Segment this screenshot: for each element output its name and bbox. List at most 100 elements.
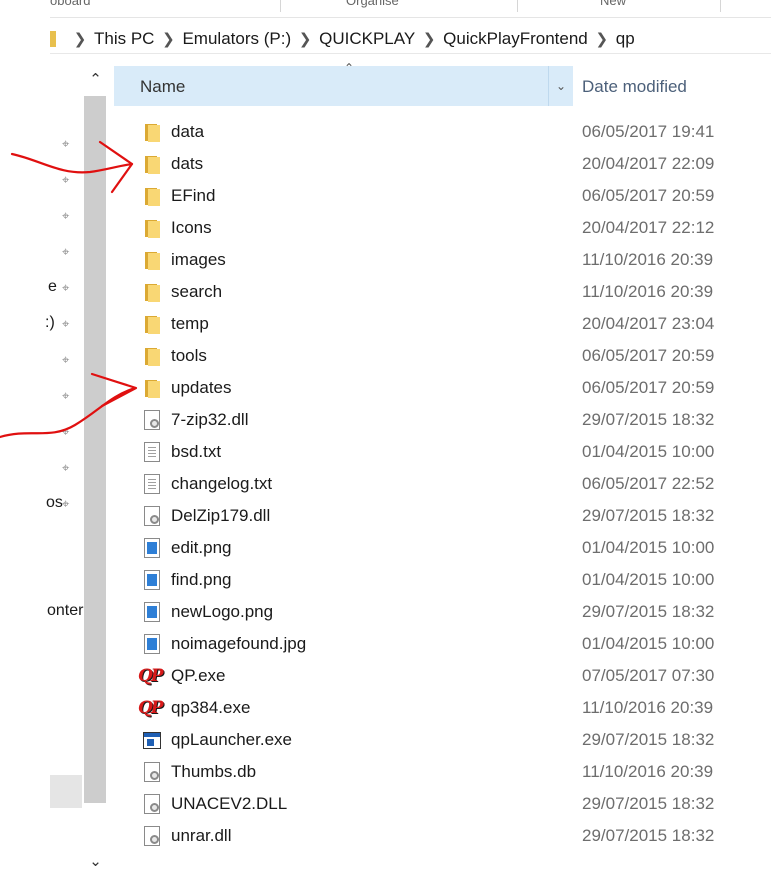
column-filter-dropdown[interactable]: ⌄: [548, 66, 573, 106]
text-file-icon: [142, 442, 162, 462]
file-row[interactable]: search 11/10/2016 20:39: [114, 276, 771, 308]
breadcrumb-quickplay[interactable]: QUICKPLAY: [315, 29, 419, 49]
file-name[interactable]: search: [171, 282, 222, 302]
chevron-right-icon[interactable]: ❯: [70, 30, 90, 48]
file-name[interactable]: qpLauncher.exe: [171, 730, 292, 750]
pin-icon[interactable]: ⌖: [62, 461, 76, 475]
file-row[interactable]: Icons 20/04/2017 22:12: [114, 212, 771, 244]
file-name[interactable]: 7-zip32.dll: [171, 410, 249, 430]
nav-item-label[interactable]: os: [46, 494, 63, 512]
breadcrumb-qp[interactable]: qp: [612, 29, 639, 49]
exe-window-icon: [142, 730, 162, 750]
folder-icon: [142, 282, 162, 302]
file-row[interactable]: QP QP.exe 07/05/2017 07:30: [114, 660, 771, 692]
pin-icon[interactable]: ⌖: [62, 317, 76, 331]
file-date-modified: 29/07/2015 18:32: [582, 730, 715, 749]
file-name[interactable]: tools: [171, 346, 207, 366]
file-date-modified: 29/07/2015 18:32: [582, 410, 715, 429]
file-row[interactable]: EFind 06/05/2017 20:59: [114, 180, 771, 212]
file-name[interactable]: bsd.txt: [171, 442, 221, 462]
pin-icon[interactable]: ⌖: [62, 245, 76, 259]
pin-icon[interactable]: ⌖: [62, 497, 76, 511]
pin-icon[interactable]: ⌖: [62, 281, 76, 295]
file-row[interactable]: find.png 01/04/2015 10:00: [114, 564, 771, 596]
file-row[interactable]: updates 06/05/2017 20:59: [114, 372, 771, 404]
file-row[interactable]: edit.png 01/04/2015 10:00: [114, 532, 771, 564]
file-row[interactable]: qpLauncher.exe 29/07/2015 18:32: [114, 724, 771, 756]
qp-app-icon: QP: [138, 666, 164, 686]
folder-icon: [142, 314, 162, 334]
file-row[interactable]: noimagefound.jpg 01/04/2015 10:00: [114, 628, 771, 660]
file-name[interactable]: changelog.txt: [171, 474, 272, 494]
file-name[interactable]: images: [171, 250, 226, 270]
ribbon-divider: [50, 17, 771, 18]
breadcrumb-this-pc[interactable]: This PC: [90, 29, 158, 49]
nav-item-label[interactable]: onter: [47, 602, 83, 620]
folder-icon: [142, 122, 162, 142]
file-row[interactable]: Thumbs.db 11/10/2016 20:39: [114, 756, 771, 788]
file-row[interactable]: unrar.dll 29/07/2015 18:32: [114, 820, 771, 852]
pin-icon[interactable]: ⌖: [62, 173, 76, 187]
pin-icon[interactable]: ⌖: [62, 425, 76, 439]
chevron-right-icon[interactable]: ❯: [592, 30, 612, 48]
file-row[interactable]: dats 20/04/2017 22:09: [114, 148, 771, 180]
scroll-up-icon[interactable]: ⌃: [83, 65, 108, 95]
nav-item-label[interactable]: e: [48, 278, 57, 296]
file-date-modified: 11/10/2016 20:39: [582, 762, 714, 781]
chevron-right-icon[interactable]: ❯: [158, 30, 178, 48]
file-name[interactable]: data: [171, 122, 204, 142]
file-name[interactable]: qp384.exe: [171, 698, 250, 718]
ribbon-group-organise-label: Organise: [346, 0, 399, 8]
pin-icon[interactable]: ⌖: [62, 209, 76, 223]
file-row[interactable]: newLogo.png 29/07/2015 18:32: [114, 596, 771, 628]
breadcrumb-emulators-drive[interactable]: Emulators (P:): [178, 29, 295, 49]
file-row[interactable]: UNACEV2.DLL 29/07/2015 18:32: [114, 788, 771, 820]
file-date-modified: 11/10/2016 20:39: [582, 698, 714, 717]
file-date-modified: 06/05/2017 20:59: [582, 346, 715, 365]
dll-icon: [142, 826, 162, 846]
file-name[interactable]: Icons: [171, 218, 212, 238]
file-row[interactable]: changelog.txt 06/05/2017 22:52: [114, 468, 771, 500]
file-name[interactable]: newLogo.png: [171, 602, 273, 622]
image-file-icon: [142, 538, 162, 558]
nav-selected-item[interactable]: [50, 775, 82, 808]
file-name[interactable]: edit.png: [171, 538, 232, 558]
pin-icon[interactable]: ⌖: [62, 353, 76, 367]
pin-icon[interactable]: ⌖: [62, 137, 76, 151]
file-name[interactable]: noimagefound.jpg: [171, 634, 306, 654]
file-row[interactable]: 7-zip32.dll 29/07/2015 18:32: [114, 404, 771, 436]
nav-scrollbar-thumb[interactable]: [84, 96, 106, 803]
file-name[interactable]: QP.exe: [171, 666, 226, 686]
breadcrumb[interactable]: ❯ This PC ❯ Emulators (P:) ❯ QUICKPLAY ❯…: [50, 24, 771, 54]
ribbon-group-new-label: New: [600, 0, 627, 8]
chevron-right-icon[interactable]: ❯: [295, 30, 315, 48]
nav-item-label[interactable]: :): [45, 314, 55, 332]
file-row[interactable]: DelZip179.dll 29/07/2015 18:32: [114, 500, 771, 532]
pin-icon[interactable]: ⌖: [62, 389, 76, 403]
scroll-down-icon[interactable]: ⌄: [83, 847, 108, 877]
file-name[interactable]: DelZip179.dll: [171, 506, 270, 526]
folder-icon: [142, 154, 162, 174]
file-row[interactable]: tools 06/05/2017 20:59: [114, 340, 771, 372]
file-name[interactable]: find.png: [171, 570, 232, 590]
file-row[interactable]: temp 20/04/2017 23:04: [114, 308, 771, 340]
file-name[interactable]: Thumbs.db: [171, 762, 256, 782]
chevron-right-icon[interactable]: ❯: [419, 30, 439, 48]
file-name[interactable]: unrar.dll: [171, 826, 231, 846]
chevron-down-icon: ⌄: [555, 79, 567, 93]
file-name[interactable]: temp: [171, 314, 209, 334]
file-date-modified: 07/05/2017 07:30: [582, 666, 715, 685]
file-row[interactable]: data 06/05/2017 19:41: [114, 116, 771, 148]
file-row[interactable]: bsd.txt 01/04/2015 10:00: [114, 436, 771, 468]
file-name[interactable]: EFind: [171, 186, 215, 206]
date-modified-column-header[interactable]: Date modified: [582, 77, 687, 97]
file-row[interactable]: images 11/10/2016 20:39: [114, 244, 771, 276]
file-row[interactable]: QP qp384.exe 11/10/2016 20:39: [114, 692, 771, 724]
file-name[interactable]: dats: [171, 154, 203, 174]
file-name[interactable]: updates: [171, 378, 232, 398]
file-name[interactable]: UNACEV2.DLL: [171, 794, 287, 814]
breadcrumb-quickplayfrontend[interactable]: QuickPlayFrontend: [439, 29, 592, 49]
file-date-modified: 01/04/2015 10:00: [582, 538, 715, 557]
name-column-header[interactable]: Name ⌃: [114, 61, 573, 106]
file-date-modified: 20/04/2017 23:04: [582, 314, 715, 333]
